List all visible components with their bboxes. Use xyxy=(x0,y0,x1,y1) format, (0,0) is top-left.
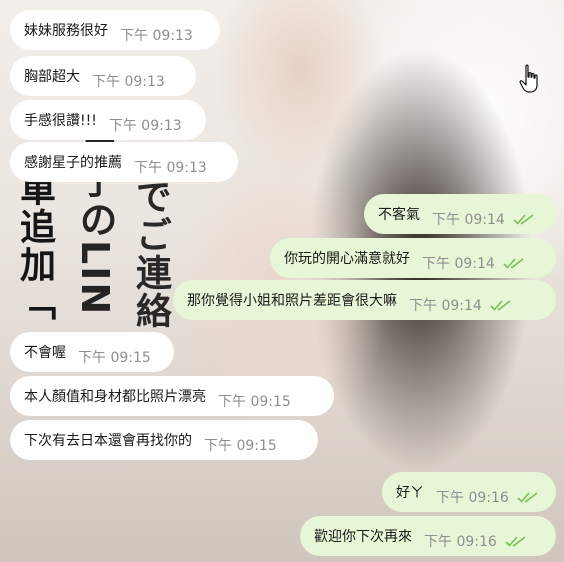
message-incoming[interactable]: 本人顏值和身材都比照片漂亮 下午 09:15 xyxy=(10,376,334,416)
message-text: 感謝星子的推薦 xyxy=(24,155,122,171)
double-check-icon xyxy=(503,257,525,269)
message-incoming[interactable]: 感謝星子的推薦 下午 09:13 xyxy=(10,142,238,182)
message-text: 不會喔 xyxy=(24,345,66,361)
message-text: 你玩的開心滿意就好 xyxy=(284,251,410,267)
message-text: 下次有去日本還會再找你的 xyxy=(24,433,192,449)
message-time: 下午 09:16 xyxy=(436,490,509,506)
message-text: 妹妹服務很好 xyxy=(24,23,108,39)
message-incoming[interactable]: 手感很讚!!! 下午 09:13 xyxy=(10,100,206,140)
message-outgoing[interactable]: 好ㄚ 下午 09:16 xyxy=(382,472,556,512)
message-text: 手感很讚!!! xyxy=(24,113,97,129)
message-outgoing[interactable]: 你玩的開心滿意就好 下午 09:14 xyxy=(270,238,556,278)
message-text: 那你覺得小姐和照片差距會很大嘛 xyxy=(187,293,397,309)
message-outgoing[interactable]: 那你覺得小姐和照片差距會很大嘛 下午 09:14 xyxy=(173,280,556,320)
message-time: 下午 09:15 xyxy=(218,394,291,410)
message-incoming[interactable]: 胸部超大 下午 09:13 xyxy=(10,56,196,96)
message-time: 下午 09:13 xyxy=(108,118,182,134)
message-outgoing[interactable]: 不客氣 下午 09:14 xyxy=(364,194,556,234)
double-check-icon xyxy=(517,491,539,503)
double-check-icon xyxy=(513,213,535,225)
message-time: 下午 09:16 xyxy=(424,534,497,550)
message-text: 歡迎你下次再來 xyxy=(314,529,412,545)
double-check-icon xyxy=(505,535,527,547)
message-time: 下午 09:13 xyxy=(134,160,207,176)
message-time: 下午 09:15 xyxy=(78,350,151,366)
message-text: 好ㄚ xyxy=(396,485,424,501)
double-check-icon xyxy=(490,299,512,311)
message-incoming[interactable]: 下次有去日本還會再找你的 下午 09:15 xyxy=(10,420,318,460)
message-text: 不客氣 xyxy=(378,207,420,223)
message-time: 下午 09:13 xyxy=(92,74,165,90)
message-text: 胸部超大 xyxy=(24,69,80,85)
wallpaper-text-1: 單追加「 xyxy=(14,170,55,322)
message-incoming[interactable]: 妹妹服務很好 下午 09:13 xyxy=(10,10,220,50)
message-time: 下午 09:14 xyxy=(432,212,505,228)
message-time: 下午 09:14 xyxy=(422,256,495,272)
message-outgoing[interactable]: 歡迎你下次再來 下午 09:16 xyxy=(300,516,556,556)
message-incoming[interactable]: 不會喔 下午 09:15 xyxy=(10,332,174,372)
message-time: 下午 09:13 xyxy=(120,28,193,44)
hand-pointer-icon xyxy=(519,64,543,94)
message-time: 下午 09:14 xyxy=(409,298,482,314)
message-time: 下午 09:15 xyxy=(204,438,277,454)
message-text: 本人顏值和身材都比照片漂亮 xyxy=(24,389,206,405)
